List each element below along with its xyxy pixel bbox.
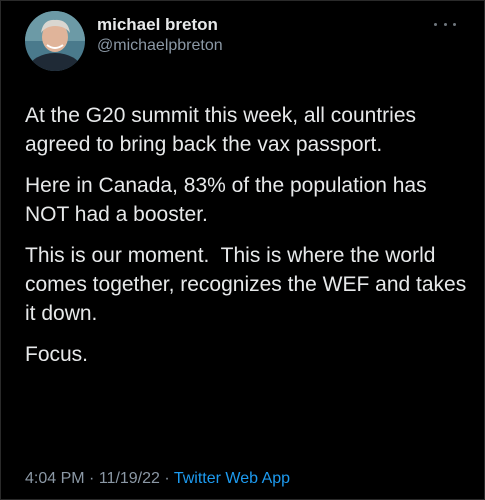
tweet-date[interactable]: 11/19/22 — [99, 470, 160, 487]
source-app-link[interactable]: Twitter Web App — [174, 470, 290, 487]
separator: · — [164, 470, 170, 487]
separator: · — [89, 470, 95, 487]
tweet-time[interactable]: 4:04 PM — [25, 470, 85, 487]
dot — [453, 22, 456, 26]
dot — [443, 22, 447, 26]
tweet-header: michael breton @michaelpbreton — [25, 11, 223, 71]
avatar-image — [25, 11, 85, 71]
author-names: michael breton @michaelpbreton — [97, 14, 223, 56]
tweet-card: michael breton @michaelpbreton At the G2… — [0, 0, 485, 500]
tweet-text: At the G20 summit this week, all countri… — [25, 101, 470, 381]
tweet-paragraph: At the G20 summit this week, all countri… — [25, 104, 422, 156]
tweet-metadata: 4:04 PM · 11/19/22 · Twitter Web App — [25, 469, 290, 489]
tweet-paragraph: Focus. — [25, 343, 89, 366]
avatar[interactable] — [25, 11, 85, 71]
dot — [434, 22, 437, 26]
user-handle[interactable]: @michaelpbreton — [97, 35, 223, 56]
display-name[interactable]: michael breton — [97, 14, 223, 35]
tweet-paragraph: This is our moment. This is where the wo… — [25, 244, 473, 325]
tweet-paragraph: Here in Canada, 83% of the population ha… — [25, 174, 433, 226]
more-horizontal-icon[interactable] — [434, 19, 456, 29]
